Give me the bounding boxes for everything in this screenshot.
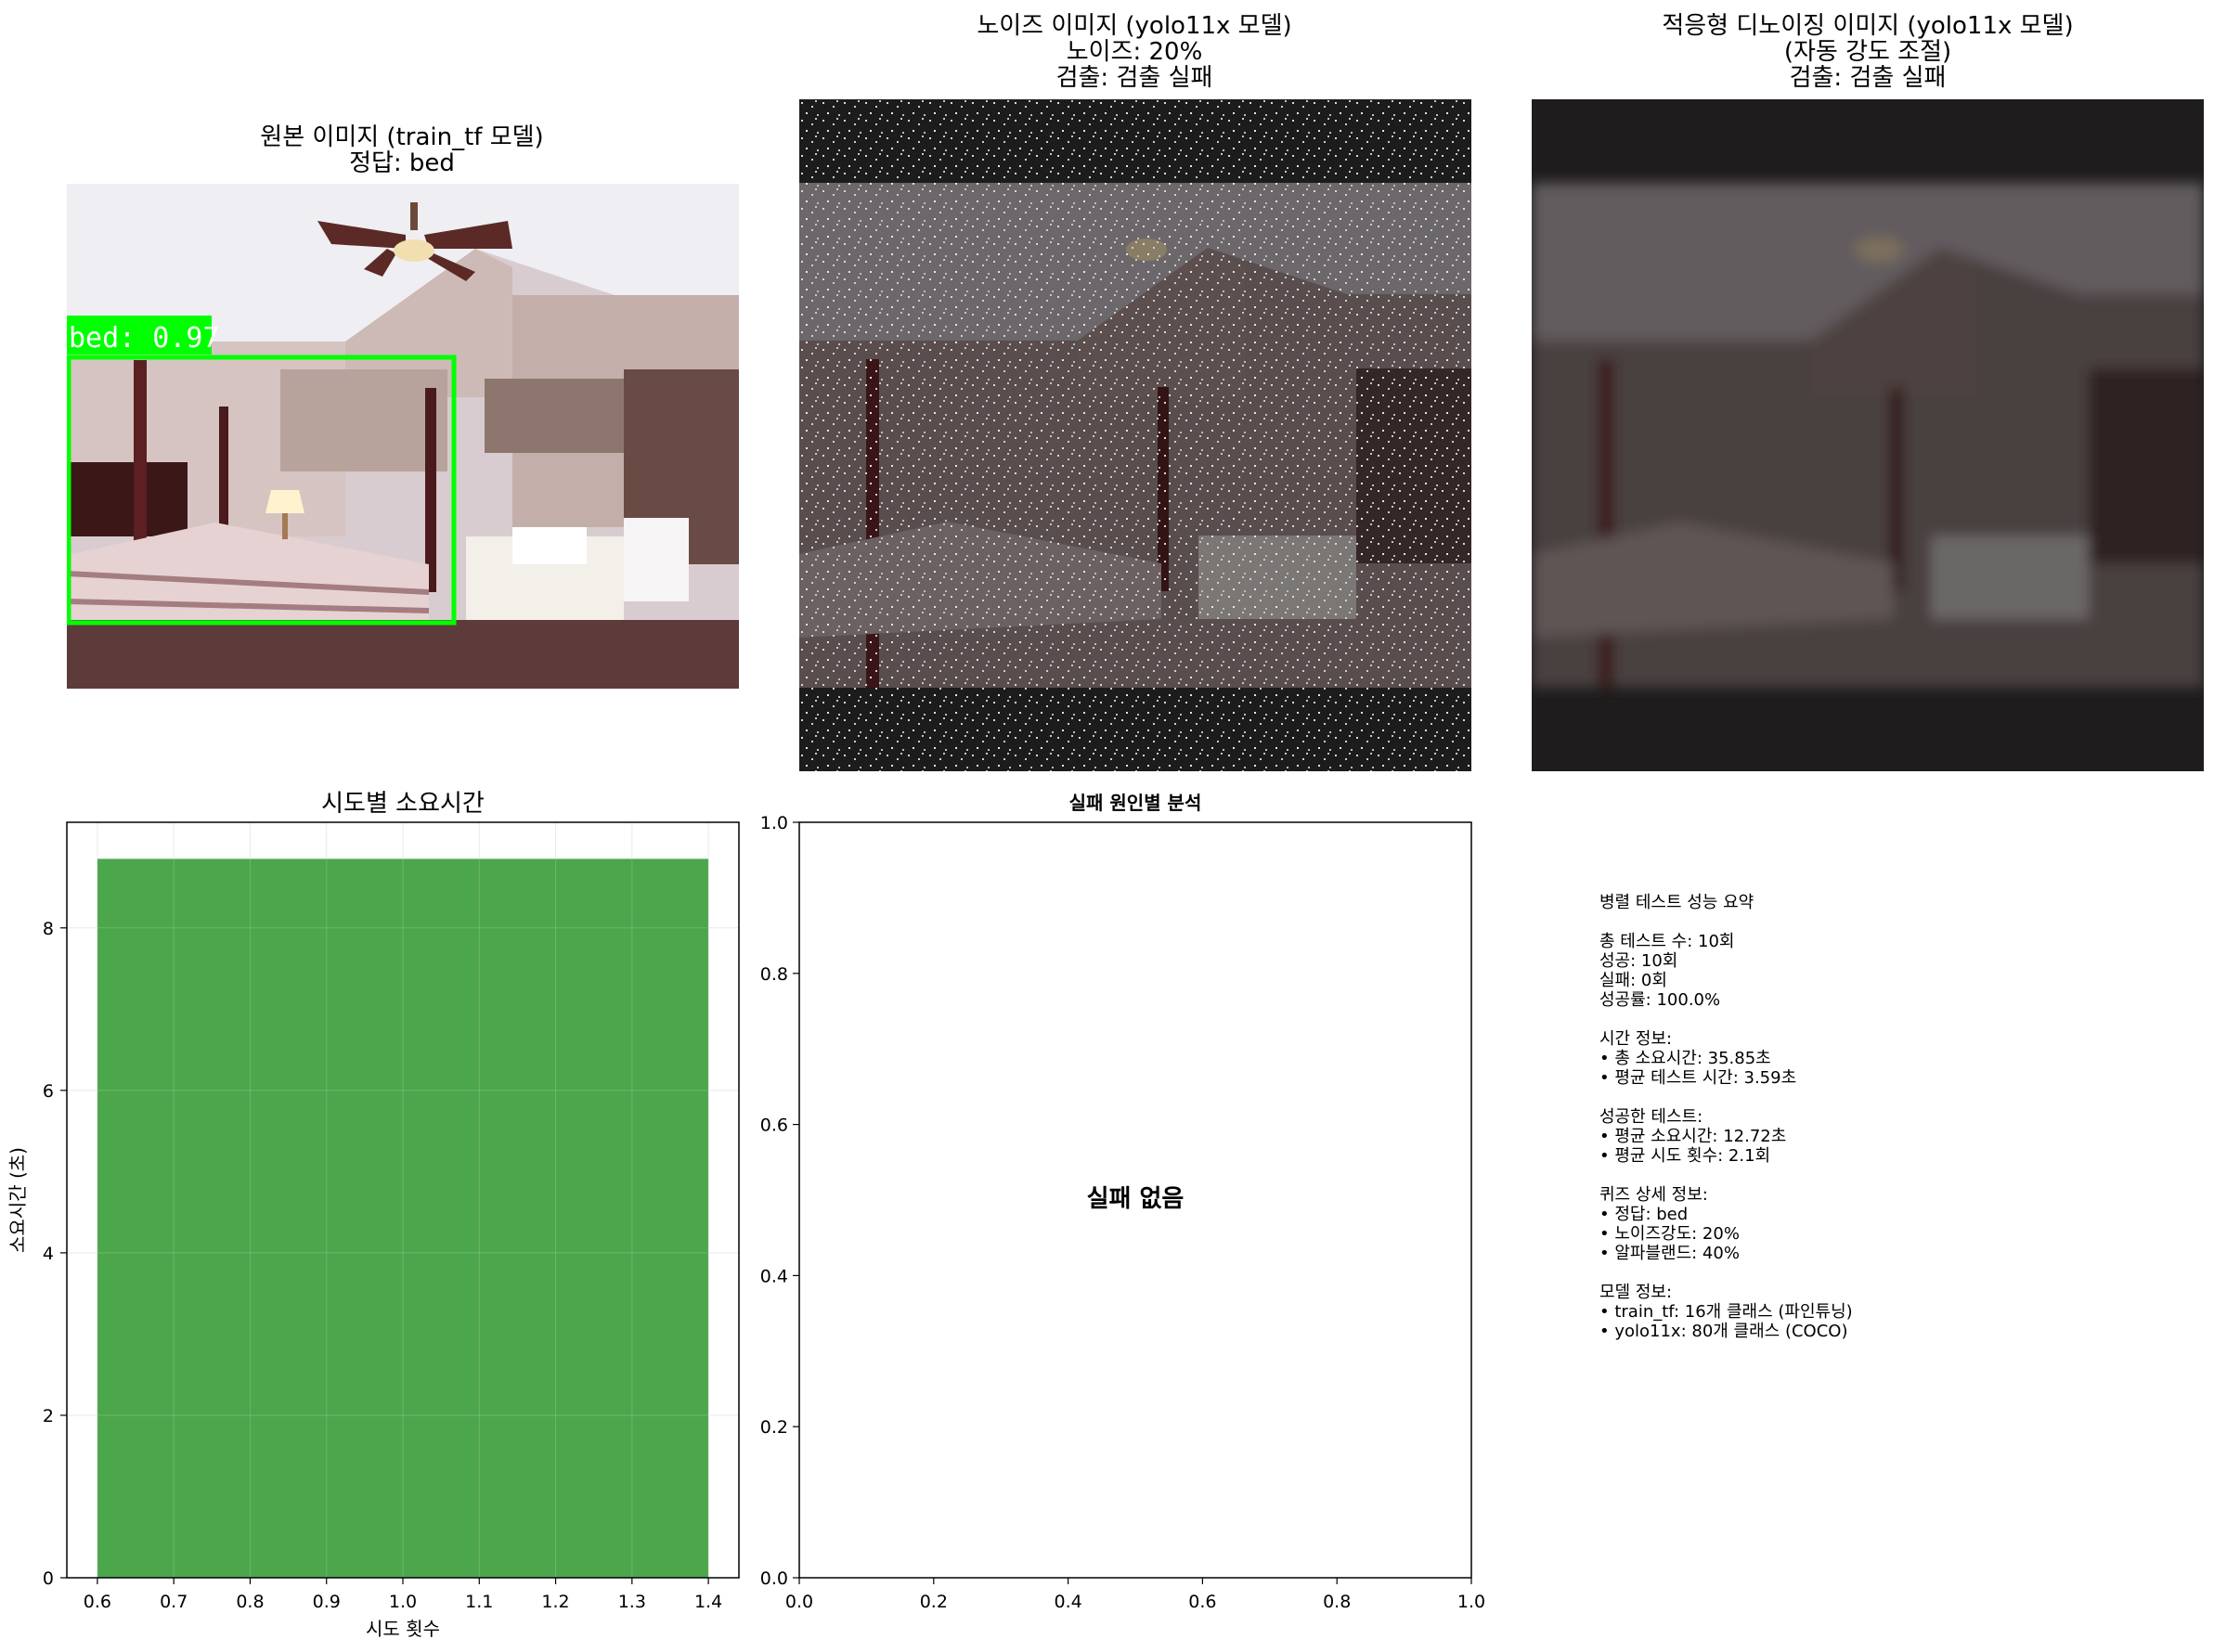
- attempt-time-chart: 0.6 0.7 0.8 0.9 1.0 1.1 1.2 1.3 1.4 0 2 4 6 8 시도별 소요…: [6, 790, 740, 1640]
- original-image: bed: 0.97: [67, 184, 739, 689]
- failure-analysis-chart: 0.0 0.2 0.4 0.6 0.8 1.0 0.0 0.2 0.4 0.6 0.8 1.0 실패…: [761, 792, 1485, 1612]
- summary-line: • 평균 시도 횟수: 2.1회: [1599, 1146, 1771, 1166]
- bar-chart-xlabel: 시도 횟수: [366, 1618, 440, 1640]
- bar-y-tick-label: 0: [43, 1568, 54, 1589]
- denoised-title-line1: 적응형 디노이징 이미지 (yolo11x 모델): [1662, 12, 2074, 40]
- failure-chart-title: 실패 원인별 분석: [1069, 792, 1202, 814]
- bar-x-tick-label: 1.4: [694, 1592, 722, 1612]
- fail-y-tick-label: 0.8: [761, 964, 788, 985]
- summary-line: [1599, 1166, 1853, 1185]
- summary-line: • yolo11x: 80개 클래스 (COCO): [1599, 1322, 1848, 1341]
- bar-x-tick-label: 0.7: [160, 1592, 188, 1612]
- summary-line: • 알파블랜드: 40%: [1599, 1244, 1740, 1263]
- bar-x-tick-label: 1.2: [541, 1592, 569, 1612]
- summary-line: • 평균 소요시간: 12.72초: [1599, 1127, 1787, 1146]
- summary-line: [1599, 912, 1853, 932]
- noisy-title: 노이즈 이미지 (yolo11x 모델) 노이즈: 20% 검출: 검출 실패: [799, 13, 1470, 91]
- bar-x-tick-label: 1.3: [618, 1592, 646, 1612]
- original-title-line1: 원본 이미지 (train_tf 모델): [260, 123, 544, 151]
- fail-x-tick-label: 0.2: [920, 1592, 948, 1612]
- fail-y-tick-label: 0.0: [761, 1568, 788, 1589]
- summary-line: • 정답: bed: [1599, 1205, 1689, 1224]
- summary-line: 성공률: 100.0%: [1599, 990, 1721, 1010]
- fail-x-tick-label: 0.8: [1323, 1592, 1351, 1612]
- noisy-title-line2: 노이즈: 20%: [1066, 38, 1203, 66]
- bar-y-tick-label: 4: [43, 1244, 54, 1264]
- summary-line: 성공한 테스트:: [1599, 1107, 1703, 1127]
- summary-line: • 노이즈강도: 20%: [1599, 1224, 1740, 1244]
- denoised-title-line2: (자동 강도 조절): [1783, 38, 1952, 66]
- bar-y-tick-label: 2: [43, 1406, 54, 1426]
- denoised-title: 적응형 디노이징 이미지 (yolo11x 모델) (자동 강도 조절) 검출:…: [1532, 13, 2204, 91]
- fail-x-tick-label: 0.6: [1188, 1592, 1216, 1612]
- bar-x-tick-label: 0.8: [236, 1592, 264, 1612]
- summary-line: [1599, 1010, 1853, 1029]
- summary-line: 실패: 0회: [1599, 971, 1667, 990]
- bar-x-tick-label: 1.1: [465, 1592, 493, 1612]
- no-failure-message: 실패 없음: [1087, 1185, 1185, 1213]
- bar-chart-title: 시도별 소요시간: [321, 790, 485, 818]
- summary-line: • 총 소요시간: 35.85초: [1599, 1049, 1771, 1068]
- original-title: 원본 이미지 (train_tf 모델) 정답: bed: [67, 124, 737, 176]
- summary-line: [1599, 1088, 1853, 1107]
- bar-x-tick-label: 0.9: [313, 1592, 341, 1612]
- summary-line: 시간 정보:: [1599, 1029, 1673, 1049]
- denoised-title-line3: 검출: 검출 실패: [1789, 64, 1947, 92]
- fail-x-tick-label: 0.4: [1054, 1592, 1081, 1612]
- original-title-line2: 정답: bed: [349, 149, 455, 177]
- summary-line: [1599, 1263, 1853, 1283]
- summary-line: • train_tf: 16개 클래스 (파인튜닝): [1599, 1302, 1853, 1322]
- summary-line: 성공: 10회: [1599, 951, 1678, 971]
- noisy-image: [799, 99, 1471, 771]
- noisy-title-line1: 노이즈 이미지 (yolo11x 모델): [977, 12, 1292, 40]
- summary-line: 총 테스트 수: 10회: [1599, 932, 1735, 951]
- summary-line: 병렬 테스트 성능 요약: [1599, 893, 1754, 912]
- fail-x-tick-label: 1.0: [1457, 1592, 1485, 1612]
- summary-line: 퀴즈 상세 정보:: [1599, 1185, 1708, 1205]
- bar-y-tick-label: 8: [43, 919, 54, 939]
- bar-x-tick-label: 0.6: [84, 1592, 111, 1612]
- bar-x-tick-label: 1.0: [389, 1592, 417, 1612]
- bar-y-tick-label: 6: [43, 1081, 54, 1102]
- noisy-title-line3: 검출: 검출 실패: [1055, 64, 1213, 92]
- fail-y-tick-label: 1.0: [761, 813, 788, 833]
- denoised-image: [1532, 99, 2204, 771]
- detection-label: bed: 0.97: [69, 322, 220, 355]
- fail-y-tick-label: 0.4: [761, 1266, 788, 1286]
- summary-line: 모델 정보:: [1599, 1283, 1673, 1302]
- fail-y-tick-label: 0.6: [761, 1116, 788, 1136]
- bar-chart-ylabel: 소요시간 (초): [6, 1147, 29, 1253]
- summary-line: • 평균 테스트 시간: 3.59초: [1599, 1068, 1797, 1088]
- performance-summary: 병렬 테스트 성능 요약총 테스트 수: 10회 성공: 10회 실패: 0회 성공률…: [1599, 893, 1853, 1341]
- fail-y-tick-label: 0.2: [761, 1417, 788, 1438]
- fail-x-tick-label: 0.0: [785, 1592, 813, 1612]
